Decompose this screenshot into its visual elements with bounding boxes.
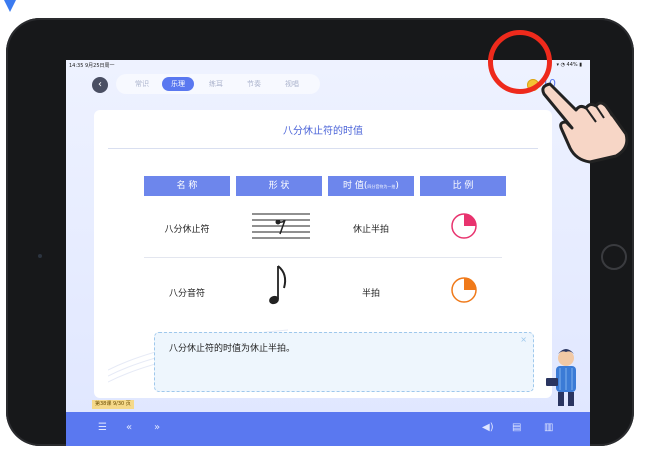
header-shape: 形 状 (236, 176, 322, 196)
tab-yueli[interactable]: 乐理 (162, 77, 194, 91)
tab-bar: 常识 乐理 练耳 节奏 视唱 (116, 74, 320, 94)
header-name: 名 称 (144, 176, 230, 196)
header-duration-sub: 四分音符为一拍 (367, 184, 396, 189)
lesson-title: 八分休止符的时值 (283, 126, 363, 137)
tab-shichang[interactable]: 视唱 (278, 77, 306, 91)
next-page-icon[interactable]: » (154, 422, 160, 433)
print-icon[interactable]: ▤ (512, 422, 521, 433)
close-icon[interactable]: × (520, 335, 527, 344)
eighth-rest-staff-icon (252, 213, 310, 239)
camera-dot (38, 254, 42, 258)
row1-name: 八分休止符 (164, 225, 210, 235)
row-divider (144, 257, 502, 258)
tab-changshi[interactable]: 常识 (128, 77, 156, 91)
header-duration: 时 值(四分音符为一拍) (328, 176, 414, 196)
status-time: 14:35 9月25日周一 (69, 63, 115, 69)
row1-duration: 休止半拍 (352, 225, 389, 235)
note-ratio-pie-icon (451, 277, 477, 303)
bottom-toolbar: ☰ « » ◀) ▤ ▥ (66, 412, 590, 446)
speaker-icon[interactable]: ◀) (482, 422, 494, 433)
title-divider (108, 148, 538, 149)
pointer-arrow-icon (4, 0, 16, 12)
tab-lianer[interactable]: 练耳 (202, 77, 230, 91)
eighth-note-icon (269, 265, 287, 305)
prev-page-icon[interactable]: « (126, 422, 132, 433)
header-ratio: 比 例 (420, 176, 506, 196)
row2-duration: 半拍 (361, 289, 380, 299)
menu-icon[interactable]: ☰ (98, 422, 107, 433)
explanation-text: 八分休止符的时值为休止半拍。 (169, 344, 296, 354)
pointing-hand-icon (541, 82, 629, 164)
tab-jiezou[interactable]: 节奏 (240, 77, 268, 91)
header-duration-label: 时 值( (343, 181, 368, 191)
keyboard-icon[interactable]: ▥ (544, 422, 553, 433)
explanation-box: 八分休止符的时值为休止半拍。 × (154, 332, 534, 392)
page-indicator: 第38课 9/30 页 (92, 400, 134, 409)
app-screen: 14:35 9月25日周一 ▾ ◔ 44% ▮ ‹ 常识 乐理 练耳 节奏 视唱… (66, 60, 590, 446)
teacher-avatar (546, 349, 576, 406)
row2-name: 八分音符 (168, 289, 205, 299)
rest-ratio-pie-icon (451, 213, 477, 239)
home-button[interactable] (601, 244, 627, 270)
back-button[interactable]: ‹ (92, 77, 108, 93)
